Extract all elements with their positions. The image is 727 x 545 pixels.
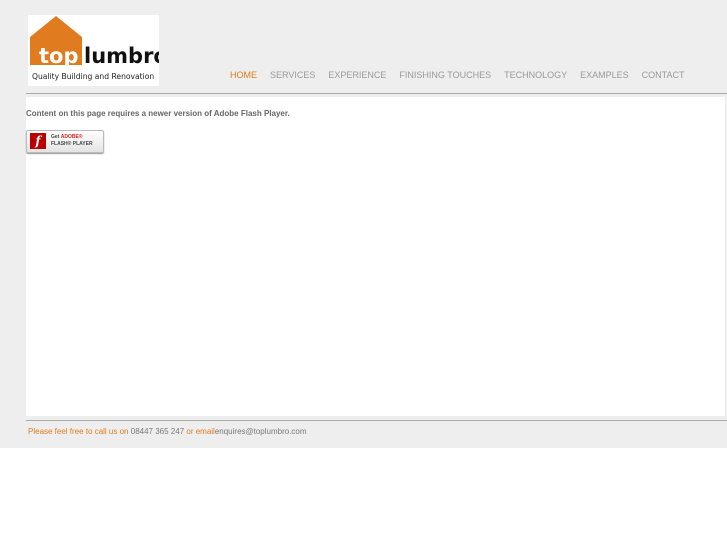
flash-icon: f <box>30 133 46 149</box>
footer-email-link[interactable]: enquires@toplumbro.com <box>215 427 307 436</box>
flash-get-text: Get <box>51 134 60 140</box>
svg-text:Quality Building and Renovatio: Quality Building and Renovation <box>32 72 154 81</box>
header-divider <box>26 93 727 94</box>
nav-experience[interactable]: EXPERIENCE <box>328 70 386 80</box>
nav-technology[interactable]: TECHNOLOGY <box>504 70 567 80</box>
footer-phone: 08447 365 247 <box>130 427 185 436</box>
svg-text:top: top <box>39 44 79 68</box>
nav-services[interactable]: SERVICES <box>270 70 315 80</box>
flash-player-text: FLASH® PLAYER <box>51 141 93 147</box>
flash-content-area: Content on this page requires a newer ve… <box>26 97 725 416</box>
footer: Please feel free to call us on 08447 365… <box>28 427 307 436</box>
nav-examples[interactable]: EXAMPLES <box>580 70 629 80</box>
footer-divider <box>26 420 727 421</box>
svg-text:lumbro: lumbro <box>84 44 159 68</box>
flash-required-message: Content on this page requires a newer ve… <box>26 109 290 118</box>
logo[interactable]: top lumbro Quality Building and Renovati… <box>28 15 159 86</box>
nav-contact[interactable]: CONTACT <box>642 70 685 80</box>
main-nav: HOME SERVICES EXPERIENCE FINISHING TOUCH… <box>230 70 697 80</box>
nav-home[interactable]: HOME <box>230 70 257 80</box>
footer-text-email: or email <box>186 427 215 436</box>
nav-finishing-touches[interactable]: FINISHING TOUCHES <box>399 70 491 80</box>
get-flash-player-button[interactable]: f Get ADOBE® FLASH® PLAYER <box>26 130 104 153</box>
footer-text: Please feel free to call us on <box>28 427 129 436</box>
flash-adobe-text: ADOBE® <box>60 134 83 140</box>
